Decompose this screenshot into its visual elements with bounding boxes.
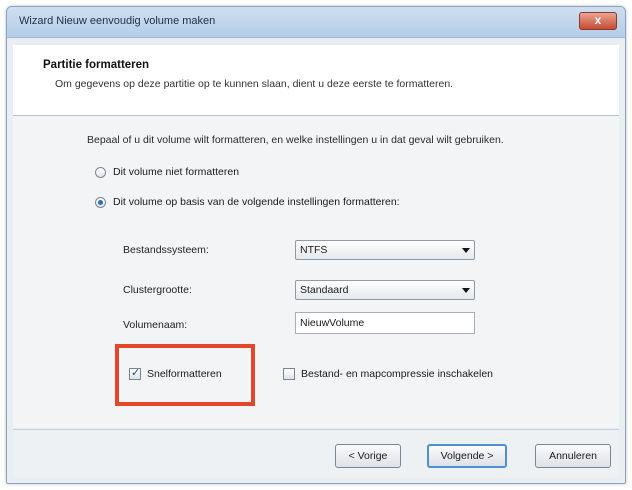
- wizard-footer: < Vorige Volgende > Annuleren: [13, 429, 619, 478]
- volume-name-input[interactable]: NieuwVolume: [295, 312, 475, 334]
- quick-format-label: Snelformatteren: [147, 368, 222, 380]
- quick-format-option[interactable]: Snelformatteren: [129, 366, 222, 380]
- compression-option[interactable]: Bestand- en mapcompressie inschakelen: [283, 368, 493, 380]
- radio-no-format[interactable]: Dit volume niet formatteren: [95, 166, 239, 178]
- page-title: Partitie formatteren: [43, 59, 150, 71]
- radio-format-label: Dit volume op basis van de volgende inst…: [113, 196, 400, 208]
- radio-no-format-label: Dit volume niet formatteren: [113, 166, 240, 178]
- next-button[interactable]: Volgende >: [427, 444, 507, 468]
- close-icon: x: [594, 13, 602, 27]
- wizard-content: Bepaal of u dit volume wilt formatteren,…: [13, 116, 619, 428]
- back-button[interactable]: < Vorige: [335, 444, 401, 468]
- chevron-down-icon: [462, 248, 470, 253]
- compression-label: Bestand- en mapcompressie inschakelen: [301, 368, 494, 380]
- window-title: Wizard Nieuw eenvoudig volume maken: [19, 15, 216, 27]
- cancel-button[interactable]: Annuleren: [535, 444, 611, 468]
- title-bar[interactable]: Wizard Nieuw eenvoudig volume maken x: [7, 7, 625, 38]
- wizard-window: Wizard Nieuw eenvoudig volume maken x Pa…: [6, 6, 626, 484]
- compression-checkbox[interactable]: [283, 368, 295, 380]
- wizard-header: Partitie formatteren Om gegevens op deze…: [13, 45, 619, 116]
- page-description: Om gegevens op deze partitie op te kunne…: [55, 78, 454, 90]
- close-button[interactable]: x: [579, 12, 617, 30]
- quick-format-checkbox[interactable]: [129, 366, 141, 380]
- instruction-text: Bepaal of u dit volume wilt formatteren,…: [87, 134, 504, 146]
- cluster-label: Clustergrootte:: [123, 284, 192, 296]
- chevron-down-icon: [462, 288, 470, 293]
- radio-no-format-circle[interactable]: [95, 166, 106, 178]
- radio-format-circle[interactable]: [95, 196, 106, 208]
- cluster-value: Standaard: [300, 284, 349, 296]
- cluster-select[interactable]: Standaard: [295, 280, 475, 300]
- filesystem-select[interactable]: NTFS: [295, 240, 475, 260]
- filesystem-value: NTFS: [300, 244, 328, 256]
- volume-label: Volumenaam:: [123, 319, 188, 331]
- filesystem-label: Bestandssysteem:: [123, 244, 209, 256]
- radio-format[interactable]: Dit volume op basis van de volgende inst…: [95, 196, 400, 208]
